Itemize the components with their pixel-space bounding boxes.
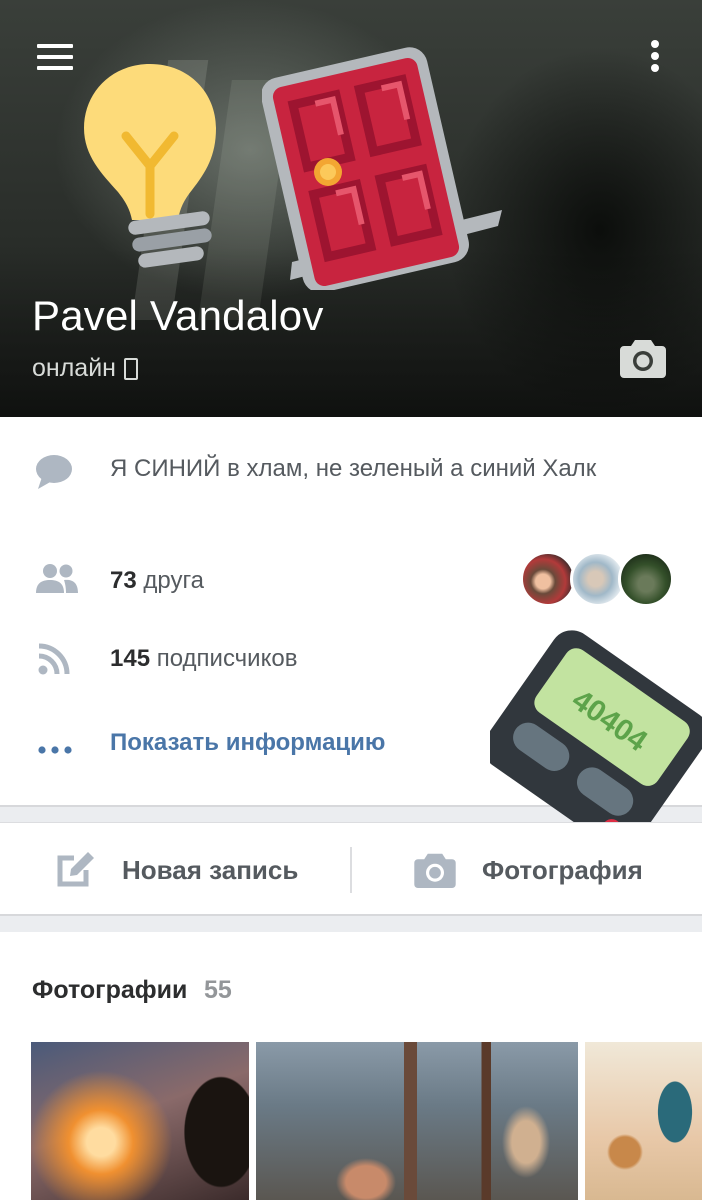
followers-label: подписчиков xyxy=(156,645,298,672)
more-icon[interactable] xyxy=(640,36,670,76)
photo-button[interactable]: Фотография xyxy=(414,823,643,917)
dots-icon xyxy=(38,741,72,759)
photos-count: 55 xyxy=(204,976,232,1004)
rss-icon xyxy=(38,643,70,680)
followers-link[interactable]: 145 подписчиков xyxy=(110,641,297,677)
followers-count: 145 xyxy=(110,645,151,672)
friends-label: друга xyxy=(143,567,205,594)
action-bar: Новая запись Фотография xyxy=(0,822,702,916)
camera-icon xyxy=(414,853,456,888)
friend-avatar[interactable] xyxy=(618,551,674,607)
message-icon xyxy=(34,453,74,496)
photo-thumbnail[interactable] xyxy=(31,1042,249,1200)
online-status: онлайн xyxy=(32,354,138,383)
friends-icon xyxy=(34,563,80,600)
friends-count: 73 xyxy=(110,567,137,594)
edit-icon xyxy=(57,852,94,887)
photo-label: Фотография xyxy=(482,854,643,885)
mobile-phone-icon xyxy=(123,357,138,380)
show-info-link[interactable]: Показать информацию xyxy=(110,729,385,757)
friends-link[interactable]: 73 друга xyxy=(110,563,204,599)
new-post-label: Новая запись xyxy=(122,854,299,885)
profile-name: Pavel Vandalov xyxy=(32,292,324,339)
friend-avatar[interactable] xyxy=(520,551,576,607)
menu-icon[interactable] xyxy=(30,38,80,76)
new-post-button[interactable]: Новая запись xyxy=(56,823,298,917)
camera-icon[interactable] xyxy=(620,338,666,383)
lightbulb-sticker xyxy=(80,58,220,273)
friends-avatars[interactable] xyxy=(520,551,680,611)
photos-title[interactable]: Фотографии xyxy=(32,976,187,1005)
photo-thumbnail[interactable] xyxy=(256,1042,578,1200)
door-sticker xyxy=(261,30,507,295)
action-divider xyxy=(350,847,352,893)
photos-section: Фотографии 55 xyxy=(0,932,702,1200)
photo-thumbnail[interactable] xyxy=(585,1042,702,1200)
online-status-text: онлайн xyxy=(32,354,116,382)
status-text: Я СИНИЙ в хлам, не зеленый а синий Халк xyxy=(110,455,597,482)
